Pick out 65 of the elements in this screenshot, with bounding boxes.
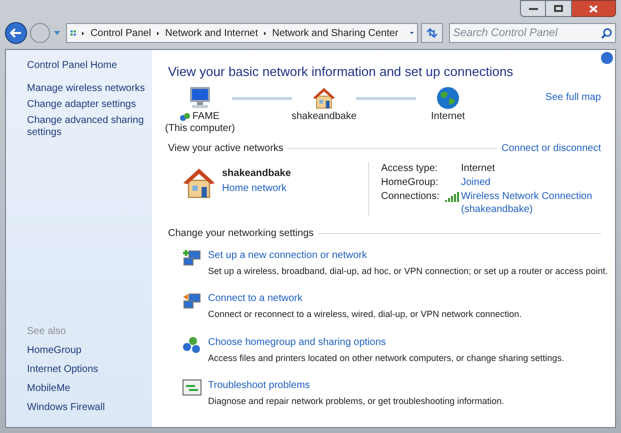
breadcrumb-item[interactable]: Network and Sharing Center	[272, 26, 398, 40]
network-type-link[interactable]: Home network	[222, 180, 291, 196]
breadcrumb-item[interactable]: Network and Internet	[165, 26, 258, 40]
computer-icon	[187, 86, 213, 110]
see-also-heading: See also	[27, 325, 67, 339]
detail-value[interactable]: Wireless Network Connection (shakeandbake)	[461, 190, 596, 216]
chevron-icon	[157, 30, 160, 36]
task-link[interactable]: Set up a new connection or network	[208, 248, 608, 262]
dropdown-icon	[410, 31, 414, 35]
search-icon	[601, 28, 612, 38]
sidebar-link[interactable]: Windows Firewall	[27, 400, 148, 415]
chevron-icon	[82, 30, 84, 36]
search-field[interactable]: Search Control Panel	[449, 23, 616, 43]
minimize-button[interactable]	[520, 0, 546, 17]
breadcrumb-item[interactable]: Control Panel	[90, 26, 152, 40]
section-heading: Change your networking settings	[168, 226, 314, 240]
detail-value[interactable]: Joined	[461, 176, 596, 188]
homegroup-icon	[182, 336, 202, 354]
globe-icon	[436, 86, 460, 110]
sidebar-link[interactable]: Internet Options	[27, 362, 148, 377]
connect-disconnect-link[interactable]: Connect or disconnect	[501, 140, 601, 156]
node-label: shakeandbake	[291, 110, 357, 122]
close-icon	[589, 4, 598, 12]
task-description: Connect or reconnect to a wireless, wired, dial-up, or VPN network connection.	[208, 308, 522, 321]
house-icon	[312, 86, 336, 110]
sidebar-link[interactable]: Manage wireless networks	[27, 83, 148, 95]
node-label: FAME	[192, 110, 220, 122]
detail-label: HomeGroup:	[381, 176, 440, 188]
task-link[interactable]: Troubleshoot problems	[208, 378, 504, 393]
refresh-button[interactable]	[421, 23, 443, 43]
troubleshoot-icon	[182, 379, 202, 397]
sidebar-link[interactable]: Control Panel Home	[27, 58, 148, 73]
see-full-map-link[interactable]: See full map	[545, 90, 601, 104]
connection-line	[232, 96, 292, 100]
node-sublabel: (This computer)	[165, 122, 236, 134]
back-button[interactable]	[5, 22, 27, 44]
connection-line	[356, 96, 416, 100]
chevron-icon	[264, 30, 266, 36]
sidebar-link[interactable]: MobileMe	[27, 381, 148, 396]
task-description: Diagnose and repair network problems, or get troubleshooting information.	[208, 395, 504, 408]
task-description: Set up a wireless, broadband, dial-up, ad hoc, or VPN connection; or set up a router or access point.	[208, 264, 608, 278]
homegroup-icon	[180, 112, 190, 122]
detail-value: Internet	[461, 162, 496, 174]
network-connect-icon	[182, 292, 202, 310]
task-link[interactable]: Choose homegroup and sharing options	[208, 334, 564, 350]
sidebar-link[interactable]: Change advanced sharing settings	[27, 115, 148, 139]
detail-label: Access type:	[381, 162, 439, 174]
signal-bars-icon	[445, 192, 459, 202]
node-label: Internet	[431, 110, 465, 122]
page-title: View your basic network information and set up connections	[168, 63, 514, 81]
maximize-button[interactable]	[546, 0, 572, 17]
task-link[interactable]: Connect to a network	[208, 291, 522, 306]
address-bar[interactable]: Control Panel Network and Internet Network and Sharing Center	[66, 23, 418, 43]
detail-label: Connections:	[381, 190, 440, 204]
search-input: Search Control Panel	[453, 24, 601, 42]
network-setup-icon	[182, 248, 202, 266]
back-arrow-icon	[10, 28, 22, 38]
network-name: shakeandbake	[222, 166, 291, 180]
sidebar-link[interactable]: Change adapter settings	[27, 99, 148, 111]
section-heading: View your active networks	[168, 142, 284, 156]
sidebar-link[interactable]: HomeGroup	[27, 343, 148, 358]
dropdown-icon	[53, 30, 61, 36]
close-button[interactable]	[572, 0, 616, 17]
refresh-icon	[426, 28, 438, 38]
task-description: Access files and printers located on other network computers, or change sharing settings.	[208, 352, 564, 365]
